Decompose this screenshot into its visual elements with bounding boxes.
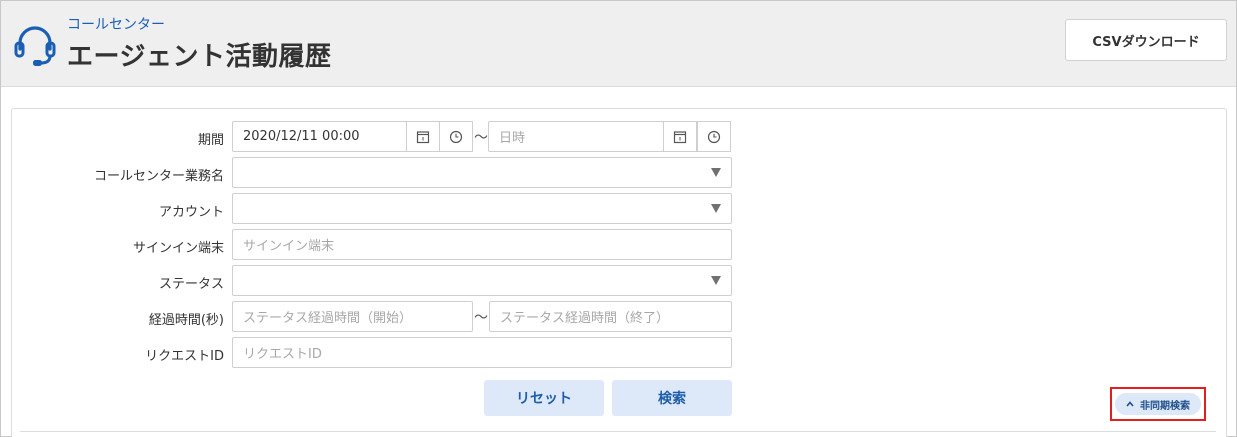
status-label: ステータス xyxy=(158,277,224,292)
calendar-icon[interactable] xyxy=(406,121,440,152)
clock-icon[interactable] xyxy=(697,121,731,152)
elapsed-end-input[interactable]: ステータス経過時間（終了） xyxy=(489,301,732,332)
reset-button[interactable]: リセット xyxy=(484,380,604,416)
caret-down-icon xyxy=(711,276,721,285)
divider xyxy=(20,431,1216,432)
csv-download-button[interactable]: CSVダウンロード xyxy=(1065,19,1227,61)
caret-down-icon xyxy=(711,204,721,213)
request-id-label: リクエストID xyxy=(145,349,224,364)
clock-icon[interactable] xyxy=(439,121,473,152)
period-separator: ～ xyxy=(474,130,488,146)
account-select[interactable] xyxy=(232,193,732,224)
async-search-label: 非同期検索 xyxy=(1140,400,1190,412)
period-end-input[interactable]: 日時 xyxy=(488,121,664,152)
signin-terminal-input[interactable]: サインイン端末 xyxy=(232,229,732,260)
headset-icon xyxy=(14,26,56,66)
callcenter-job-select[interactable] xyxy=(232,157,732,188)
search-button[interactable]: 検索 xyxy=(612,380,732,416)
elapsed-start-input[interactable]: ステータス経過時間（開始） xyxy=(232,301,473,332)
account-label: アカウント xyxy=(158,205,224,220)
elapsed-label: 経過時間(秒) xyxy=(148,313,224,328)
period-start-input[interactable]: 2020/12/11 00:00 xyxy=(232,121,407,152)
page-title: エージェント活動履歴 xyxy=(67,42,332,72)
elapsed-separator: ～ xyxy=(474,310,488,326)
callcenter-job-label: コールセンター業務名 xyxy=(93,169,224,184)
status-select[interactable] xyxy=(232,265,732,296)
caret-down-icon xyxy=(711,168,721,177)
breadcrumb[interactable]: コールセンター xyxy=(67,14,165,34)
period-label: 期間 xyxy=(197,133,224,148)
chevron-up-icon xyxy=(1126,401,1134,407)
page-header: コールセンター エージェント活動履歴 CSVダウンロード xyxy=(1,1,1236,87)
async-search-button[interactable]: 非同期検索 xyxy=(1115,393,1201,415)
signin-terminal-label: サインイン端末 xyxy=(132,241,224,256)
calendar-icon[interactable] xyxy=(663,121,697,152)
request-id-input[interactable]: リクエストID xyxy=(232,337,732,368)
